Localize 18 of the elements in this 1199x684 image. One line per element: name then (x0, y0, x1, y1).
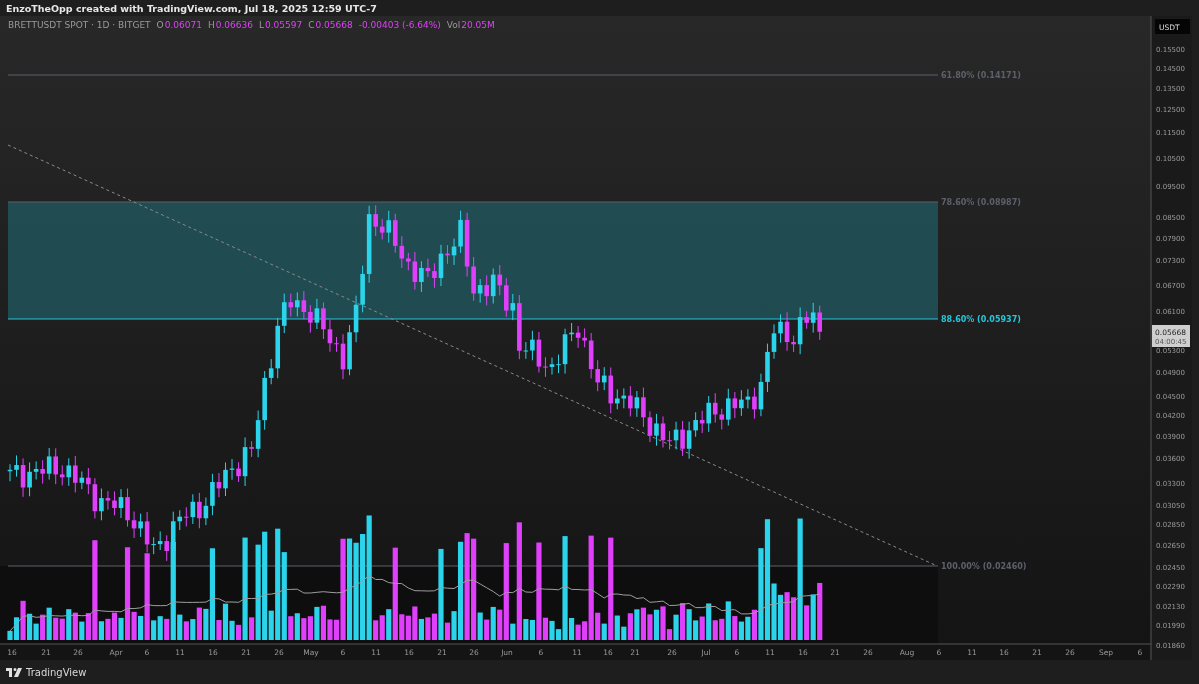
ohlc-value: 0.06636 (215, 20, 253, 30)
fib-level-label: 61.80% (0.14171) (941, 71, 1021, 80)
fib-level-label: 78.60% (0.08987) (941, 198, 1021, 207)
ohlc-value: 0.05597 (264, 20, 303, 30)
volume-value: 20.05M (461, 20, 495, 30)
chart-credit: EnzoTheOpp created with TradingView.com, Jul 18, 2025 12:59 UTC-7 (6, 2, 377, 14)
ohlc-value: 0.05668 (315, 20, 353, 30)
fib-level-label: 88.60% (0.05937) (941, 315, 1021, 324)
ohlc-label: C (308, 20, 315, 30)
ohlc-label: L (258, 20, 264, 30)
ohlc-label: H (207, 20, 215, 30)
brand-name: TradingView (26, 666, 87, 678)
fib-level-label: 100.00% (0.02460) (941, 562, 1027, 571)
symbol-title: BRETTUSDT SPOT · 1D · BITGET (8, 20, 151, 30)
volume-label: Vol (446, 20, 461, 30)
ohlc-value: 0.06071 (164, 20, 202, 30)
ohlc-label: O (156, 20, 164, 30)
price-change: -0.00403 (-6.64%) (358, 20, 441, 30)
